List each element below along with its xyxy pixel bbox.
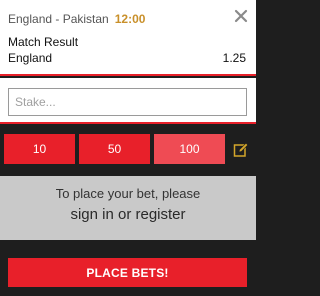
login-prompt-text: To place your bet, please [55,186,201,201]
event-name: England - Pakistan [8,12,109,26]
quick-stakes: 10 50 100 [0,126,256,176]
betslip: England - Pakistan 12:00 Match Result Eng… [0,0,256,296]
place-bets-button[interactable]: PLACE BETS! [8,258,247,287]
login-prompt: To place your bet, please sign in or reg… [0,176,256,240]
quick-stake-50-button[interactable]: 50 [79,134,150,164]
selection-card: England - Pakistan 12:00 Match Result Eng… [0,0,256,76]
edit-icon[interactable] [233,142,249,158]
market-name: Match Result [8,35,79,49]
event-time: 12:00 [114,12,146,26]
stake-input[interactable] [8,88,247,116]
close-icon[interactable] [234,9,248,23]
quick-stake-10-button[interactable]: 10 [4,134,75,164]
quick-stake-100-button[interactable]: 100 [154,134,225,164]
stake-area [0,78,256,124]
selection-name: England [8,51,53,65]
selection-odds: 1.25 [222,51,246,65]
sign-in-register-link[interactable]: sign in or register [0,206,256,223]
event-line: England - Pakistan 12:00 [8,12,145,26]
